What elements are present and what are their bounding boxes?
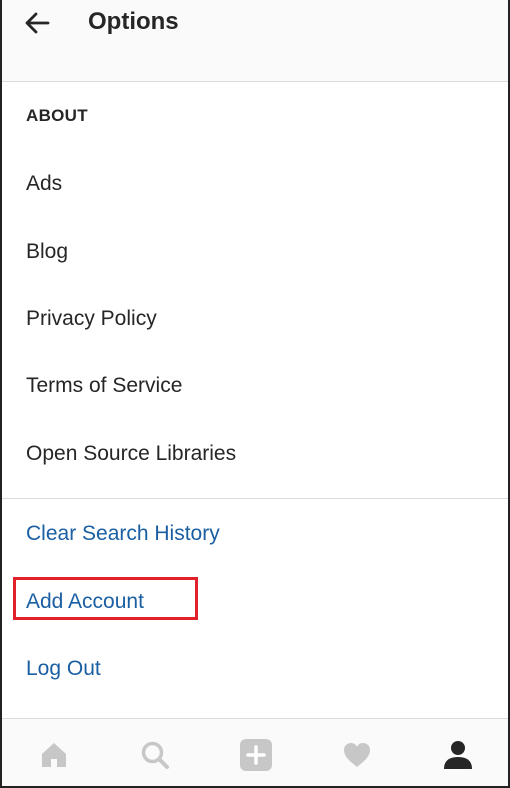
section-divider <box>2 498 508 499</box>
menu-item-privacy-policy[interactable]: Privacy Policy <box>26 307 157 331</box>
log-out-button[interactable]: Log Out <box>26 657 101 681</box>
tab-search[interactable] <box>137 737 173 773</box>
options-screen: Options ABOUT Ads Blog Privacy Policy Te… <box>0 0 510 788</box>
menu-item-blog[interactable]: Blog <box>26 240 68 264</box>
heart-icon <box>344 743 370 767</box>
tab-new-post[interactable] <box>238 737 274 773</box>
top-bar: Options <box>2 0 508 82</box>
tab-profile[interactable] <box>440 737 476 773</box>
back-button[interactable] <box>20 6 54 40</box>
home-icon <box>42 743 66 767</box>
menu-item-open-source-libraries[interactable]: Open Source Libraries <box>26 442 236 466</box>
clear-search-history-button[interactable]: Clear Search History <box>26 522 220 546</box>
search-icon <box>141 741 169 769</box>
tab-home[interactable] <box>36 737 72 773</box>
arrow-left-icon <box>25 12 50 34</box>
page-title: Options <box>88 8 179 35</box>
menu-item-ads[interactable]: Ads <box>26 172 62 196</box>
profile-icon <box>444 741 472 769</box>
menu-item-terms-of-service[interactable]: Terms of Service <box>26 374 182 398</box>
tab-activity[interactable] <box>339 737 375 773</box>
bottom-tab-bar <box>2 718 508 786</box>
highlight-annotation <box>13 577 198 620</box>
section-label-about: ABOUT <box>26 106 88 125</box>
add-post-icon <box>240 739 272 771</box>
